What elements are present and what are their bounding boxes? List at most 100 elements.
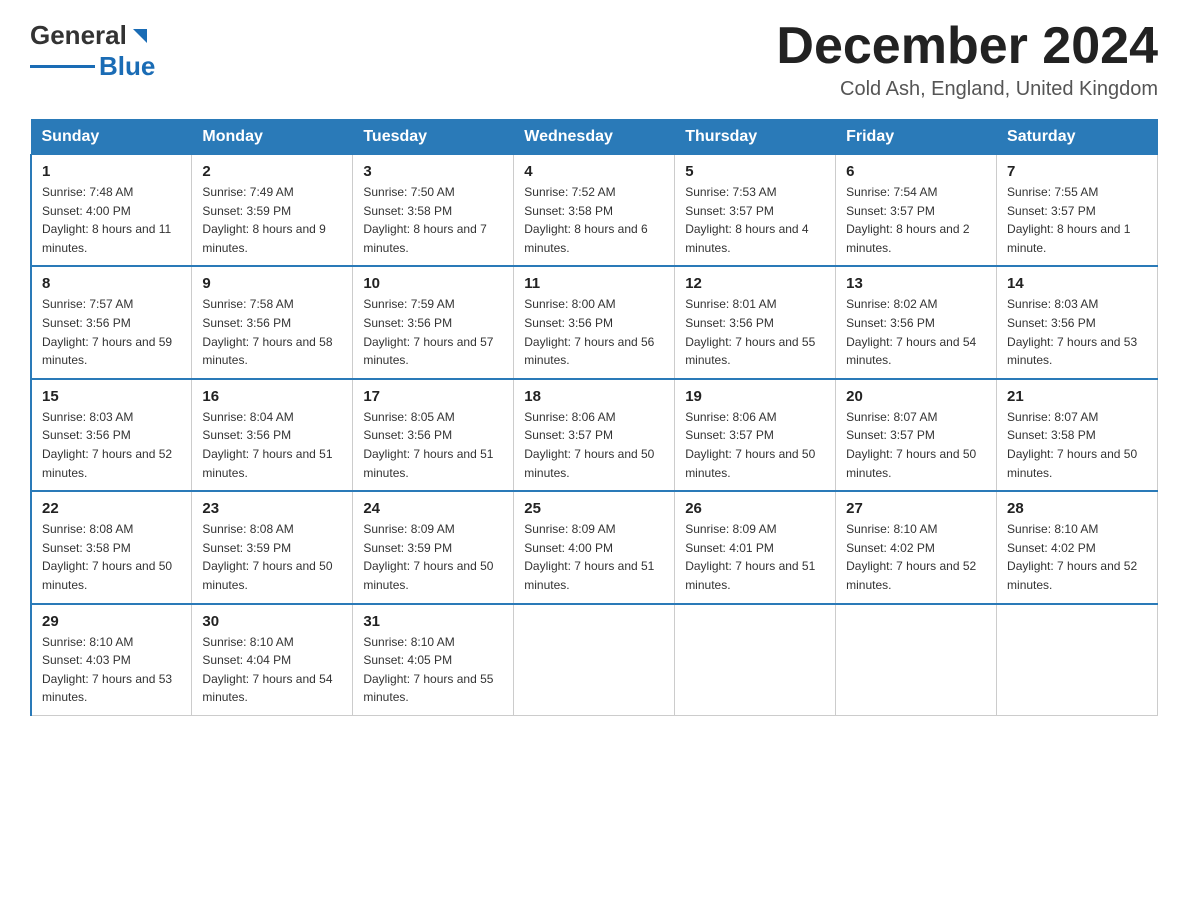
day-info: Sunrise: 8:09 AMSunset: 4:00 PMDaylight:…: [524, 522, 654, 592]
day-info: Sunrise: 8:08 AMSunset: 3:58 PMDaylight:…: [42, 522, 172, 592]
logo: General Blue: [30, 20, 155, 82]
calendar-cell: 17 Sunrise: 8:05 AMSunset: 3:56 PMDaylig…: [353, 379, 514, 491]
day-info: Sunrise: 8:04 AMSunset: 3:56 PMDaylight:…: [202, 410, 332, 480]
calendar-cell: 11 Sunrise: 8:00 AMSunset: 3:56 PMDaylig…: [514, 266, 675, 378]
day-number: 22: [42, 500, 181, 517]
calendar-cell: 22 Sunrise: 8:08 AMSunset: 3:58 PMDaylig…: [31, 491, 192, 603]
day-number: 6: [846, 163, 986, 180]
day-number: 11: [524, 275, 664, 292]
day-info: Sunrise: 8:10 AMSunset: 4:02 PMDaylight:…: [846, 522, 976, 592]
day-info: Sunrise: 8:03 AMSunset: 3:56 PMDaylight:…: [42, 410, 172, 480]
day-info: Sunrise: 7:52 AMSunset: 3:58 PMDaylight:…: [524, 185, 647, 255]
day-info: Sunrise: 8:06 AMSunset: 3:57 PMDaylight:…: [685, 410, 815, 480]
calendar-cell: 2 Sunrise: 7:49 AMSunset: 3:59 PMDayligh…: [192, 155, 353, 267]
col-wednesday: Wednesday: [514, 120, 675, 155]
day-number: 25: [524, 500, 664, 517]
day-number: 8: [42, 275, 181, 292]
col-saturday: Saturday: [997, 120, 1158, 155]
day-number: 14: [1007, 275, 1147, 292]
day-number: 17: [363, 388, 503, 405]
day-number: 24: [363, 500, 503, 517]
col-tuesday: Tuesday: [353, 120, 514, 155]
calendar-cell: 1 Sunrise: 7:48 AMSunset: 4:00 PMDayligh…: [31, 155, 192, 267]
day-info: Sunrise: 7:57 AMSunset: 3:56 PMDaylight:…: [42, 297, 172, 367]
day-info: Sunrise: 8:07 AMSunset: 3:58 PMDaylight:…: [1007, 410, 1137, 480]
day-number: 16: [202, 388, 342, 405]
day-info: Sunrise: 8:05 AMSunset: 3:56 PMDaylight:…: [363, 410, 493, 480]
calendar-cell: [675, 604, 836, 716]
day-info: Sunrise: 8:02 AMSunset: 3:56 PMDaylight:…: [846, 297, 976, 367]
calendar-row: 1 Sunrise: 7:48 AMSunset: 4:00 PMDayligh…: [31, 155, 1158, 267]
calendar-cell: 27 Sunrise: 8:10 AMSunset: 4:02 PMDaylig…: [836, 491, 997, 603]
calendar-cell: 20 Sunrise: 8:07 AMSunset: 3:57 PMDaylig…: [836, 379, 997, 491]
calendar-cell: 12 Sunrise: 8:01 AMSunset: 3:56 PMDaylig…: [675, 266, 836, 378]
calendar-row: 22 Sunrise: 8:08 AMSunset: 3:58 PMDaylig…: [31, 491, 1158, 603]
day-info: Sunrise: 8:09 AMSunset: 3:59 PMDaylight:…: [363, 522, 493, 592]
col-thursday: Thursday: [675, 120, 836, 155]
calendar-cell: 13 Sunrise: 8:02 AMSunset: 3:56 PMDaylig…: [836, 266, 997, 378]
day-info: Sunrise: 7:55 AMSunset: 3:57 PMDaylight:…: [1007, 185, 1130, 255]
day-number: 4: [524, 163, 664, 180]
day-number: 12: [685, 275, 825, 292]
calendar-cell: 9 Sunrise: 7:58 AMSunset: 3:56 PMDayligh…: [192, 266, 353, 378]
day-number: 1: [42, 163, 181, 180]
logo-general: General: [30, 20, 127, 51]
calendar-cell: 25 Sunrise: 8:09 AMSunset: 4:00 PMDaylig…: [514, 491, 675, 603]
calendar-row: 15 Sunrise: 8:03 AMSunset: 3:56 PMDaylig…: [31, 379, 1158, 491]
day-number: 9: [202, 275, 342, 292]
col-sunday: Sunday: [31, 120, 192, 155]
calendar-cell: 3 Sunrise: 7:50 AMSunset: 3:58 PMDayligh…: [353, 155, 514, 267]
logo-triangle-icon: [129, 25, 151, 47]
calendar-cell: 6 Sunrise: 7:54 AMSunset: 3:57 PMDayligh…: [836, 155, 997, 267]
day-number: 20: [846, 388, 986, 405]
day-info: Sunrise: 8:08 AMSunset: 3:59 PMDaylight:…: [202, 522, 332, 592]
day-info: Sunrise: 7:58 AMSunset: 3:56 PMDaylight:…: [202, 297, 332, 367]
calendar-cell: 7 Sunrise: 7:55 AMSunset: 3:57 PMDayligh…: [997, 155, 1158, 267]
calendar-cell: [997, 604, 1158, 716]
day-info: Sunrise: 8:10 AMSunset: 4:05 PMDaylight:…: [363, 635, 493, 705]
calendar-cell: 8 Sunrise: 7:57 AMSunset: 3:56 PMDayligh…: [31, 266, 192, 378]
day-info: Sunrise: 8:10 AMSunset: 4:04 PMDaylight:…: [202, 635, 332, 705]
day-info: Sunrise: 7:48 AMSunset: 4:00 PMDaylight:…: [42, 185, 171, 255]
day-number: 27: [846, 500, 986, 517]
day-info: Sunrise: 8:10 AMSunset: 4:02 PMDaylight:…: [1007, 522, 1137, 592]
calendar-cell: 28 Sunrise: 8:10 AMSunset: 4:02 PMDaylig…: [997, 491, 1158, 603]
day-info: Sunrise: 8:00 AMSunset: 3:56 PMDaylight:…: [524, 297, 654, 367]
calendar-cell: 16 Sunrise: 8:04 AMSunset: 3:56 PMDaylig…: [192, 379, 353, 491]
day-number: 21: [1007, 388, 1147, 405]
day-info: Sunrise: 8:03 AMSunset: 3:56 PMDaylight:…: [1007, 297, 1137, 367]
day-number: 10: [363, 275, 503, 292]
day-info: Sunrise: 8:09 AMSunset: 4:01 PMDaylight:…: [685, 522, 815, 592]
day-number: 2: [202, 163, 342, 180]
day-number: 19: [685, 388, 825, 405]
logo-blue: Blue: [99, 51, 155, 82]
day-info: Sunrise: 8:06 AMSunset: 3:57 PMDaylight:…: [524, 410, 654, 480]
day-info: Sunrise: 7:53 AMSunset: 3:57 PMDaylight:…: [685, 185, 808, 255]
day-number: 5: [685, 163, 825, 180]
calendar-row: 8 Sunrise: 7:57 AMSunset: 3:56 PMDayligh…: [31, 266, 1158, 378]
day-number: 23: [202, 500, 342, 517]
calendar-cell: 15 Sunrise: 8:03 AMSunset: 3:56 PMDaylig…: [31, 379, 192, 491]
calendar-cell: 14 Sunrise: 8:03 AMSunset: 3:56 PMDaylig…: [997, 266, 1158, 378]
day-number: 28: [1007, 500, 1147, 517]
calendar-cell: 26 Sunrise: 8:09 AMSunset: 4:01 PMDaylig…: [675, 491, 836, 603]
calendar-row: 29 Sunrise: 8:10 AMSunset: 4:03 PMDaylig…: [31, 604, 1158, 716]
day-number: 3: [363, 163, 503, 180]
calendar-cell: 4 Sunrise: 7:52 AMSunset: 3:58 PMDayligh…: [514, 155, 675, 267]
day-info: Sunrise: 8:10 AMSunset: 4:03 PMDaylight:…: [42, 635, 172, 705]
calendar-cell: 18 Sunrise: 8:06 AMSunset: 3:57 PMDaylig…: [514, 379, 675, 491]
day-info: Sunrise: 7:59 AMSunset: 3:56 PMDaylight:…: [363, 297, 493, 367]
calendar-cell: 21 Sunrise: 8:07 AMSunset: 3:58 PMDaylig…: [997, 379, 1158, 491]
calendar-table: Sunday Monday Tuesday Wednesday Thursday…: [30, 119, 1158, 716]
day-number: 30: [202, 613, 342, 630]
day-info: Sunrise: 7:54 AMSunset: 3:57 PMDaylight:…: [846, 185, 969, 255]
col-monday: Monday: [192, 120, 353, 155]
header-row: Sunday Monday Tuesday Wednesday Thursday…: [31, 120, 1158, 155]
col-friday: Friday: [836, 120, 997, 155]
day-number: 13: [846, 275, 986, 292]
calendar-cell: [514, 604, 675, 716]
day-number: 18: [524, 388, 664, 405]
calendar-cell: 10 Sunrise: 7:59 AMSunset: 3:56 PMDaylig…: [353, 266, 514, 378]
day-number: 7: [1007, 163, 1147, 180]
day-info: Sunrise: 8:07 AMSunset: 3:57 PMDaylight:…: [846, 410, 976, 480]
